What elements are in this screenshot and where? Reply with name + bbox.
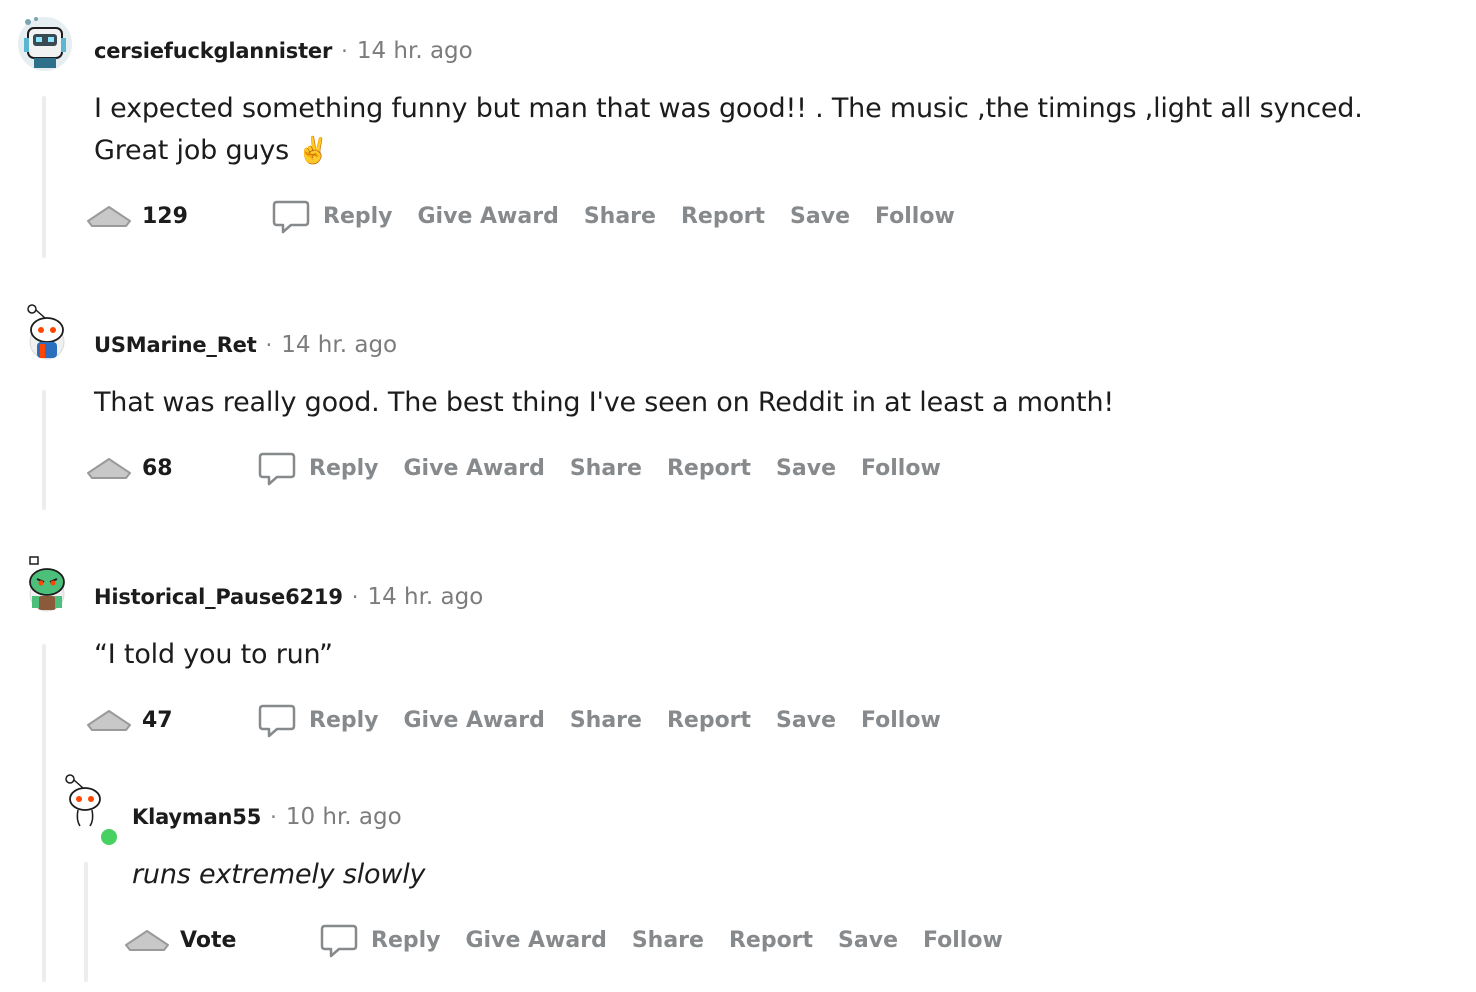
upvote-icon[interactable]	[84, 703, 134, 737]
report-button[interactable]: Report	[667, 708, 751, 733]
comment-body: I expected something funny but man that …	[94, 88, 1434, 172]
give-award-button[interactable]: Give Award	[466, 928, 607, 953]
comment-timestamp[interactable]: 14 hr. ago	[367, 584, 483, 610]
comment-timestamp[interactable]: 10 hr. ago	[286, 804, 402, 830]
thread-line[interactable]	[84, 862, 88, 982]
reply-label: Reply	[309, 455, 379, 481]
green-snoo-avatar-icon[interactable]	[18, 554, 76, 612]
comment-body-text: I expected something funny but man that …	[94, 93, 1363, 166]
reply-button[interactable]: Reply	[319, 920, 441, 960]
meta-separator: ·	[265, 333, 273, 357]
upvote-icon[interactable]	[84, 451, 134, 485]
follow-button[interactable]: Follow	[875, 204, 955, 229]
thread-line[interactable]	[42, 644, 46, 982]
comment-timestamp[interactable]: 14 hr. ago	[281, 332, 397, 358]
comment-author[interactable]: USMarine_Ret	[94, 333, 257, 357]
online-status-icon	[99, 827, 119, 847]
comment-body: That was really good. The best thing I'v…	[94, 387, 1114, 418]
give-award-button[interactable]: Give Award	[404, 456, 545, 481]
vote-control: 68	[84, 451, 240, 485]
meta-separator: ·	[270, 805, 277, 829]
follow-button[interactable]: Follow	[861, 708, 941, 733]
save-button[interactable]: Save	[838, 928, 898, 953]
share-button[interactable]: Share	[632, 928, 704, 953]
vote-control: 129	[84, 199, 254, 233]
vote-count: 129	[142, 203, 188, 229]
comment-body: “I told you to run”	[94, 639, 333, 670]
meta-separator: ·	[341, 39, 348, 63]
follow-button[interactable]: Follow	[923, 928, 1003, 953]
upvote-icon[interactable]	[122, 923, 172, 957]
comment-bubble-icon	[258, 704, 296, 738]
comment-author[interactable]: cersiefuckglannister	[94, 39, 332, 63]
report-button[interactable]: Report	[667, 456, 751, 481]
give-award-button[interactable]: Give Award	[404, 708, 545, 733]
vote-count: 68	[142, 455, 173, 481]
thread-line[interactable]	[42, 390, 46, 510]
robot-avatar-icon[interactable]	[16, 14, 74, 72]
comment-body: runs extremely slowly	[132, 859, 426, 890]
reply-label: Reply	[371, 927, 441, 953]
save-button[interactable]: Save	[776, 708, 836, 733]
comment-bubble-icon	[320, 924, 358, 958]
comment-author[interactable]: Klayman55	[132, 805, 261, 829]
give-award-button[interactable]: Give Award	[418, 204, 559, 229]
vote-label: Vote	[180, 927, 237, 953]
reply-button[interactable]: Reply	[257, 448, 379, 488]
upvote-icon[interactable]	[84, 199, 134, 233]
save-button[interactable]: Save	[790, 204, 850, 229]
reply-label: Reply	[323, 203, 393, 229]
reply-label: Reply	[309, 707, 379, 733]
meta-separator: ·	[351, 585, 359, 609]
report-button[interactable]: Report	[681, 204, 765, 229]
comment-author[interactable]: Historical_Pause6219	[94, 585, 343, 609]
share-button[interactable]: Share	[584, 204, 656, 229]
vote-control: 47	[84, 703, 240, 737]
comment-bubble-icon	[258, 452, 296, 486]
reply-button[interactable]: Reply	[257, 700, 379, 740]
save-button[interactable]: Save	[776, 456, 836, 481]
snoo-online-avatar-icon[interactable]	[58, 772, 116, 830]
comment-bubble-icon	[272, 200, 310, 234]
victory-hand-emoji: ✌️	[297, 136, 330, 166]
report-button[interactable]: Report	[729, 928, 813, 953]
vote-count: 47	[142, 707, 173, 733]
thread-line[interactable]	[42, 96, 46, 258]
share-button[interactable]: Share	[570, 456, 642, 481]
vote-control: Vote	[122, 923, 302, 957]
share-button[interactable]: Share	[570, 708, 642, 733]
comment-timestamp[interactable]: 14 hr. ago	[357, 38, 473, 64]
reply-button[interactable]: Reply	[271, 196, 393, 236]
follow-button[interactable]: Follow	[861, 456, 941, 481]
snoo-avatar-icon[interactable]	[18, 302, 76, 360]
